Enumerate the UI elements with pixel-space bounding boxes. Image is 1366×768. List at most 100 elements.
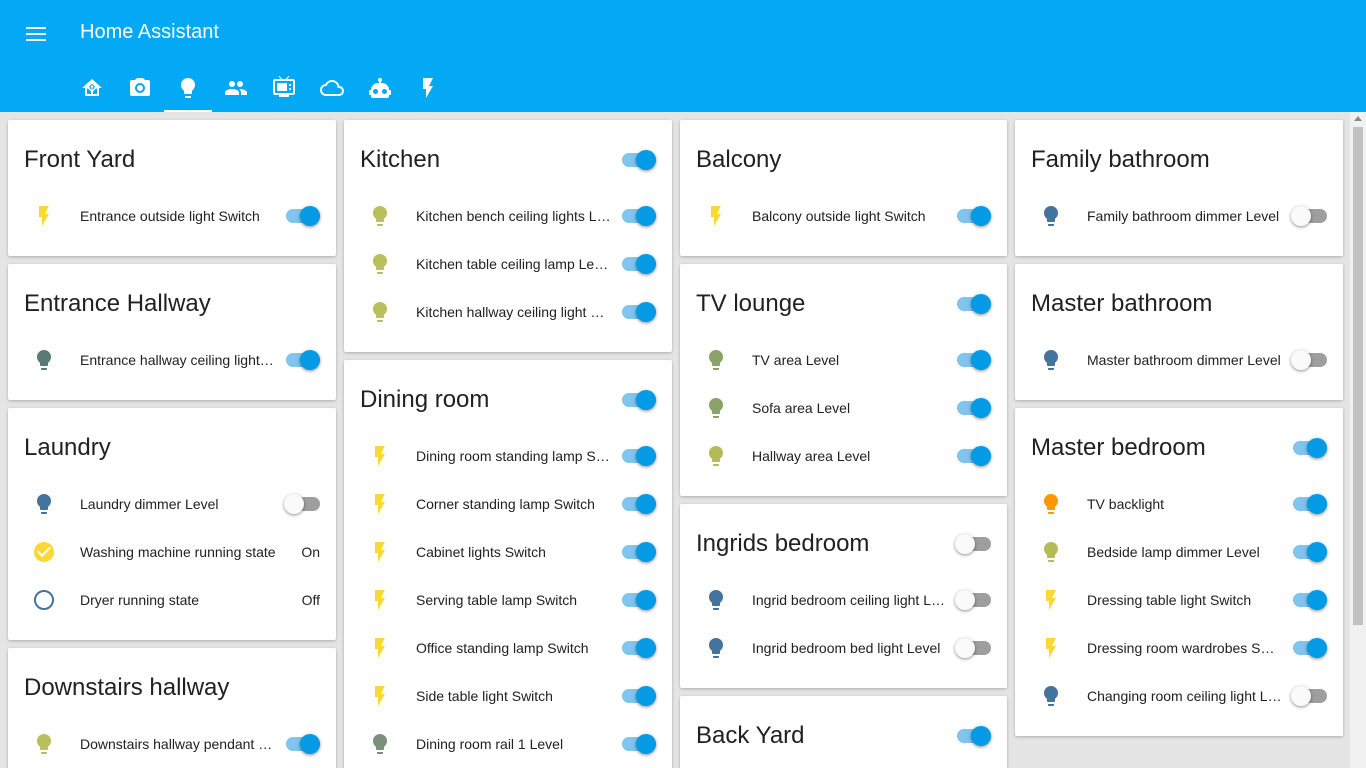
entity-toggle[interactable] xyxy=(284,206,320,226)
entity-row[interactable]: Serving table lamp Switch xyxy=(344,580,672,620)
entity-toggle[interactable] xyxy=(620,446,656,466)
flash-icon xyxy=(368,492,392,516)
entity-name: Washing machine running state xyxy=(80,544,276,560)
entity-row[interactable]: Entrance outside light Switch xyxy=(8,196,336,236)
entity-toggle[interactable] xyxy=(955,590,991,610)
entity-toggle[interactable] xyxy=(1291,638,1327,658)
flash-icon xyxy=(368,588,392,612)
entity-toggle[interactable] xyxy=(620,542,656,562)
card-header-toggle[interactable] xyxy=(620,150,656,170)
entity-row[interactable]: Ingrid bedroom bed light Level xyxy=(680,628,1007,668)
page-scrollbar[interactable] xyxy=(1350,112,1366,768)
entity-row[interactable]: Office standing lamp Switch xyxy=(344,628,672,668)
tab-media[interactable] xyxy=(260,64,308,112)
entity-toggle[interactable] xyxy=(1291,494,1327,514)
card-master-bedroom: Master bedroom TV backlight Bedside lamp … xyxy=(1015,408,1343,736)
flash-icon xyxy=(368,684,392,708)
entity-toggle[interactable] xyxy=(620,734,656,754)
entity-row[interactable]: Laundry dimmer Level xyxy=(8,484,336,524)
entity-row[interactable]: Cabinet lights Switch xyxy=(344,532,672,572)
tab-lights[interactable] xyxy=(164,64,212,112)
card-header-toggle[interactable] xyxy=(620,390,656,410)
entity-toggle[interactable] xyxy=(620,494,656,514)
lightbulb-icon xyxy=(1039,492,1063,516)
entity-toggle[interactable] xyxy=(955,398,991,418)
entity-row[interactable]: Family bathroom dimmer Level xyxy=(1015,196,1343,236)
entity-row[interactable]: TV backlight xyxy=(1015,484,1343,524)
card-header-toggle[interactable] xyxy=(955,726,991,746)
entity-row[interactable]: Dining room rail 1 Level xyxy=(344,724,672,764)
toggle-thumb xyxy=(284,494,304,514)
entity-toggle[interactable] xyxy=(1291,206,1327,226)
entity-row[interactable]: Corner standing lamp Switch xyxy=(344,484,672,524)
entity-row[interactable]: Kitchen table ceiling lamp Level xyxy=(344,244,672,284)
entity-row[interactable]: Bedside lamp dimmer Level xyxy=(1015,532,1343,572)
menu-icon[interactable] xyxy=(24,24,48,42)
entity-name: Kitchen bench ceiling lights Level xyxy=(416,208,612,224)
toggle-thumb xyxy=(636,302,656,322)
entity-toggle[interactable] xyxy=(620,590,656,610)
entity-toggle[interactable] xyxy=(620,686,656,706)
entity-toggle[interactable] xyxy=(620,302,656,322)
tab-cameras[interactable] xyxy=(116,64,164,112)
tab-weather[interactable] xyxy=(308,64,356,112)
card-header-toggle[interactable] xyxy=(955,534,991,554)
entity-toggle[interactable] xyxy=(620,638,656,658)
tab-people[interactable] xyxy=(212,64,260,112)
entity-row[interactable]: Dressing table light Switch xyxy=(1015,580,1343,620)
lightbulb-icon xyxy=(704,348,728,372)
entity-row[interactable]: Washing machine running state On xyxy=(8,532,336,572)
entity-row[interactable]: Dressing room wardrobes Switch xyxy=(1015,628,1343,668)
view-tabs xyxy=(68,64,452,112)
entity-toggle[interactable] xyxy=(955,446,991,466)
card-header-toggle[interactable] xyxy=(1291,438,1327,458)
entity-toggle[interactable] xyxy=(1291,350,1327,370)
tab-home[interactable] xyxy=(68,64,116,112)
card-title: Kitchen xyxy=(360,146,441,173)
entity-row[interactable]: Sofa area Level xyxy=(680,388,1007,428)
entity-name: Downstairs hallway pendant Level xyxy=(80,736,276,752)
entity-toggle[interactable] xyxy=(620,206,656,226)
card-title: Laundry xyxy=(24,434,111,461)
entity-row[interactable]: Downstairs hallway pendant Level xyxy=(8,724,336,764)
card-title: Entrance Hallway xyxy=(24,290,211,317)
entity-row[interactable]: Side table light Switch xyxy=(344,676,672,716)
entity-row[interactable]: Dining room standing lamp Switch xyxy=(344,436,672,476)
entity-row[interactable]: TV area Level xyxy=(680,340,1007,380)
entity-toggle[interactable] xyxy=(1291,686,1327,706)
entity-row[interactable]: Dryer running state Off xyxy=(8,580,336,620)
toggle-thumb xyxy=(971,294,991,314)
entity-toggle[interactable] xyxy=(1291,542,1327,562)
entity-row[interactable]: Changing room ceiling light Level xyxy=(1015,676,1343,716)
entity-name: Corner standing lamp Switch xyxy=(416,496,595,512)
entity-toggle[interactable] xyxy=(284,350,320,370)
entity-row[interactable]: Hallway area Level xyxy=(680,436,1007,476)
entity-toggle[interactable] xyxy=(955,350,991,370)
tab-automation[interactable] xyxy=(356,64,404,112)
entity-row[interactable]: Ingrid bedroom ceiling light Level xyxy=(680,580,1007,620)
entity-row[interactable]: Entrance hallway ceiling light Level xyxy=(8,340,336,380)
entity-toggle[interactable] xyxy=(284,494,320,514)
toggle-thumb xyxy=(636,446,656,466)
scroll-thumb[interactable] xyxy=(1353,127,1363,625)
entity-toggle[interactable] xyxy=(955,638,991,658)
entity-row[interactable]: Kitchen hallway ceiling light Level xyxy=(344,292,672,332)
card-header-toggle[interactable] xyxy=(955,294,991,314)
entity-name: Changing room ceiling light Level xyxy=(1087,688,1283,704)
entity-row[interactable]: Kitchen bench ceiling lights Level xyxy=(344,196,672,236)
tab-energy[interactable] xyxy=(404,64,452,112)
entity-row[interactable]: Master bathroom dimmer Level xyxy=(1015,340,1343,380)
entity-name: Ingrid bedroom bed light Level xyxy=(752,640,941,656)
entity-toggle[interactable] xyxy=(284,734,320,754)
scroll-up-arrow[interactable] xyxy=(1354,116,1362,121)
entity-name: Family bathroom dimmer Level xyxy=(1087,208,1280,224)
entity-toggle[interactable] xyxy=(1291,590,1327,610)
entity-toggle[interactable] xyxy=(620,254,656,274)
entity-row[interactable]: Balcony outside light Switch xyxy=(680,196,1007,236)
card-tv-lounge: TV lounge TV area Level Sofa area Level Ha… xyxy=(680,264,1007,496)
card-title: Family bathroom xyxy=(1031,146,1210,173)
card-downstairs-hallway: Downstairs hallway Downstairs hallway pe… xyxy=(8,648,336,768)
lightbulb-icon xyxy=(176,76,200,100)
entity-toggle[interactable] xyxy=(955,206,991,226)
toggle-thumb xyxy=(1307,590,1327,610)
